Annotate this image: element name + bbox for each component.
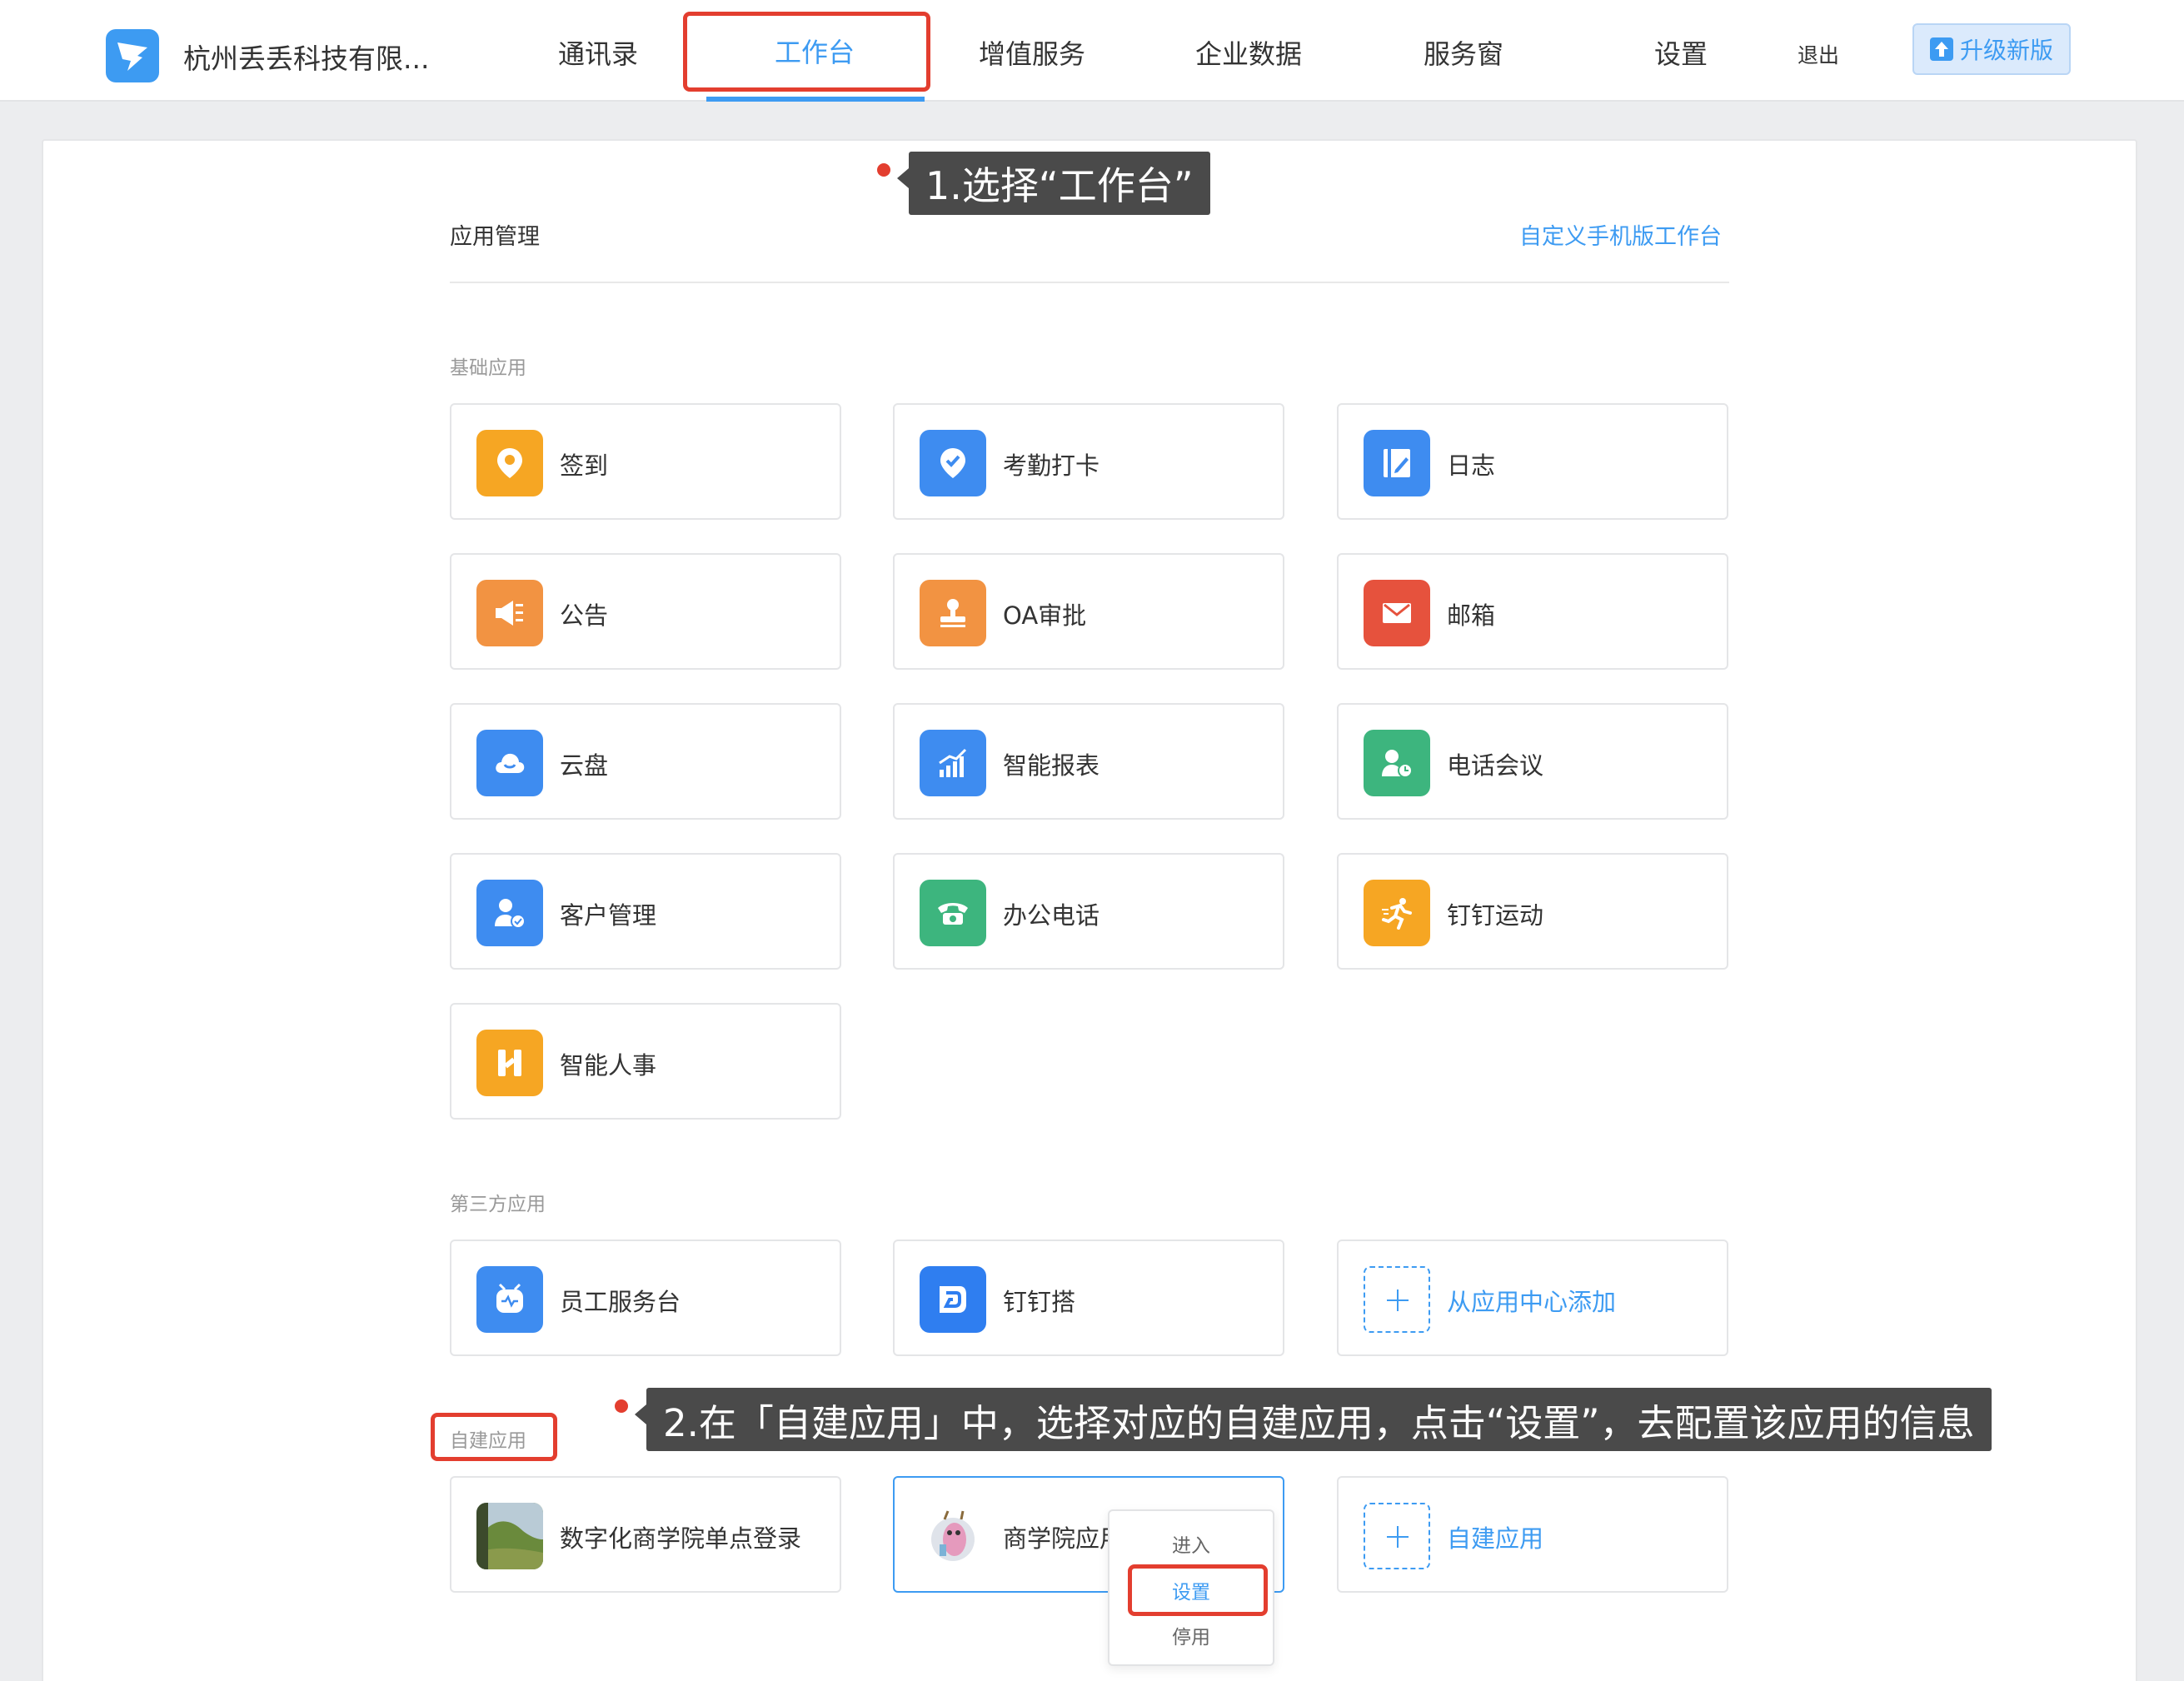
app-label: 邮箱 bbox=[1447, 601, 1496, 630]
organization-name[interactable]: 杭州丢丢科技有限... bbox=[183, 37, 429, 77]
nav-workbench[interactable]: 工作台 bbox=[775, 32, 855, 70]
app-card-checkin[interactable]: 签到 bbox=[450, 403, 841, 520]
upgrade-arrow-icon bbox=[1929, 37, 1953, 61]
app-card-customer-management[interactable]: 客户管理 bbox=[450, 853, 841, 970]
app-card-digital-business-school-sso[interactable]: 数字化商学院单点登录 bbox=[450, 1476, 841, 1593]
app-card-dingtalk-sports[interactable]: 钉钉运动 bbox=[1337, 853, 1728, 970]
app-context-menu: 进入 设置 停用 bbox=[1108, 1509, 1274, 1666]
app-card-attendance[interactable]: 考勤打卡 bbox=[893, 403, 1284, 520]
group-label-custom-apps: 自建应用 bbox=[450, 1430, 526, 1452]
app-label: 智能报表 bbox=[1003, 751, 1100, 780]
app-card-oa-approval[interactable]: OA审批 bbox=[893, 553, 1284, 670]
app-label: 日志 bbox=[1447, 451, 1496, 480]
add-from-app-center-label: 从应用中心添加 bbox=[1447, 1288, 1617, 1316]
app-label: 员工服务台 bbox=[560, 1288, 681, 1316]
app-card-office-phone[interactable]: 办公电话 bbox=[893, 853, 1284, 970]
create-custom-app-card[interactable]: 自建应用 bbox=[1337, 1476, 1728, 1593]
phone-icon bbox=[920, 880, 986, 946]
app-label: 钉钉运动 bbox=[1447, 901, 1544, 930]
landscape-photo-icon bbox=[476, 1503, 543, 1569]
cloud-icon bbox=[476, 730, 543, 796]
cartoon-avatar-icon bbox=[920, 1503, 986, 1569]
annotation-dot bbox=[615, 1399, 628, 1413]
menu-item-enter[interactable]: 进入 bbox=[1109, 1529, 1273, 1558]
menu-item-settings[interactable]: 设置 bbox=[1109, 1576, 1273, 1604]
app-card-cloud-drive[interactable]: 云盘 bbox=[450, 703, 841, 820]
upgrade-button[interactable]: 升级新版 bbox=[1912, 23, 2071, 75]
nav-enterprise-data[interactable]: 企业数据 bbox=[1195, 33, 1302, 72]
mail-icon bbox=[1364, 580, 1430, 646]
dingtalk-logo-icon bbox=[106, 29, 159, 82]
step1-callout: 1.选择“工作台” bbox=[897, 152, 1210, 215]
active-tab-indicator bbox=[706, 97, 925, 102]
menu-item-disable[interactable]: 停用 bbox=[1109, 1621, 1273, 1649]
nav-contacts[interactable]: 通讯录 bbox=[558, 33, 638, 72]
create-custom-app-label: 自建应用 bbox=[1447, 1524, 1544, 1553]
add-plus-icon bbox=[1364, 1503, 1430, 1569]
custom-mobile-workbench-link[interactable]: 自定义手机版工作台 bbox=[1519, 218, 1722, 251]
app-label: 数字化商学院单点登录 bbox=[560, 1524, 802, 1553]
app-label: 电话会议 bbox=[1447, 751, 1544, 780]
app-label: 公告 bbox=[560, 601, 609, 630]
add-plus-icon bbox=[1364, 1266, 1430, 1333]
stamp-icon bbox=[920, 580, 986, 646]
app-card-smart-hr[interactable]: 智能人事 bbox=[450, 1003, 841, 1120]
page-title: 应用管理 bbox=[450, 224, 540, 250]
app-card-announcement[interactable]: 公告 bbox=[450, 553, 841, 670]
nav-settings[interactable]: 设置 bbox=[1654, 33, 1708, 72]
robot-icon bbox=[476, 1266, 543, 1333]
app-label: 云盘 bbox=[560, 751, 609, 780]
app-label: 智能人事 bbox=[560, 1051, 657, 1080]
app-label: 考勤打卡 bbox=[1003, 451, 1100, 480]
app-label: 客户管理 bbox=[560, 901, 657, 930]
nav-value-added-services[interactable]: 增值服务 bbox=[979, 33, 1085, 72]
app-card-smart-report[interactable]: 智能报表 bbox=[893, 703, 1284, 820]
app-label: 签到 bbox=[560, 451, 609, 480]
dingda-icon bbox=[920, 1266, 986, 1333]
hr-icon bbox=[476, 1030, 543, 1096]
annotation-dot bbox=[877, 163, 890, 177]
group-label-third-party-apps: 第三方应用 bbox=[450, 1194, 546, 1215]
runner-icon bbox=[1364, 880, 1430, 946]
app-card-log[interactable]: 日志 bbox=[1337, 403, 1728, 520]
step2-callout: 2.在「自建应用」中，选择对应的自建应用，点击“设置”，去配置该应用的信息 bbox=[635, 1388, 1992, 1451]
top-navbar: 杭州丢丢科技有限... 通讯录 工作台 增值服务 企业数据 服务窗 设置 退出 … bbox=[0, 0, 2184, 102]
app-label: 办公电话 bbox=[1003, 901, 1100, 930]
app-card-conference-call[interactable]: 电话会议 bbox=[1337, 703, 1728, 820]
app-label: 商学院应用 bbox=[1003, 1524, 1109, 1553]
bar-chart-icon bbox=[920, 730, 986, 796]
add-from-app-center-card[interactable]: 从应用中心添加 bbox=[1337, 1240, 1728, 1356]
location-pin-icon bbox=[476, 430, 543, 496]
check-pin-icon bbox=[920, 430, 986, 496]
megaphone-icon bbox=[476, 580, 543, 646]
logout-link[interactable]: 退出 bbox=[1798, 39, 1839, 69]
upgrade-label: 升级新版 bbox=[1959, 37, 2053, 64]
app-card-mail[interactable]: 邮箱 bbox=[1337, 553, 1728, 670]
app-card-employee-service-desk[interactable]: 员工服务台 bbox=[450, 1240, 841, 1356]
title-divider bbox=[450, 282, 1729, 283]
nav-service-window[interactable]: 服务窗 bbox=[1424, 33, 1503, 72]
app-card-dingda[interactable]: 钉钉搭 bbox=[893, 1240, 1284, 1356]
conference-call-icon bbox=[1364, 730, 1430, 796]
app-label: OA审批 bbox=[1003, 601, 1087, 630]
customer-icon bbox=[476, 880, 543, 946]
app-label: 钉钉搭 bbox=[1003, 1288, 1076, 1316]
log-book-icon bbox=[1364, 430, 1430, 496]
group-label-basic-apps: 基础应用 bbox=[450, 357, 526, 379]
